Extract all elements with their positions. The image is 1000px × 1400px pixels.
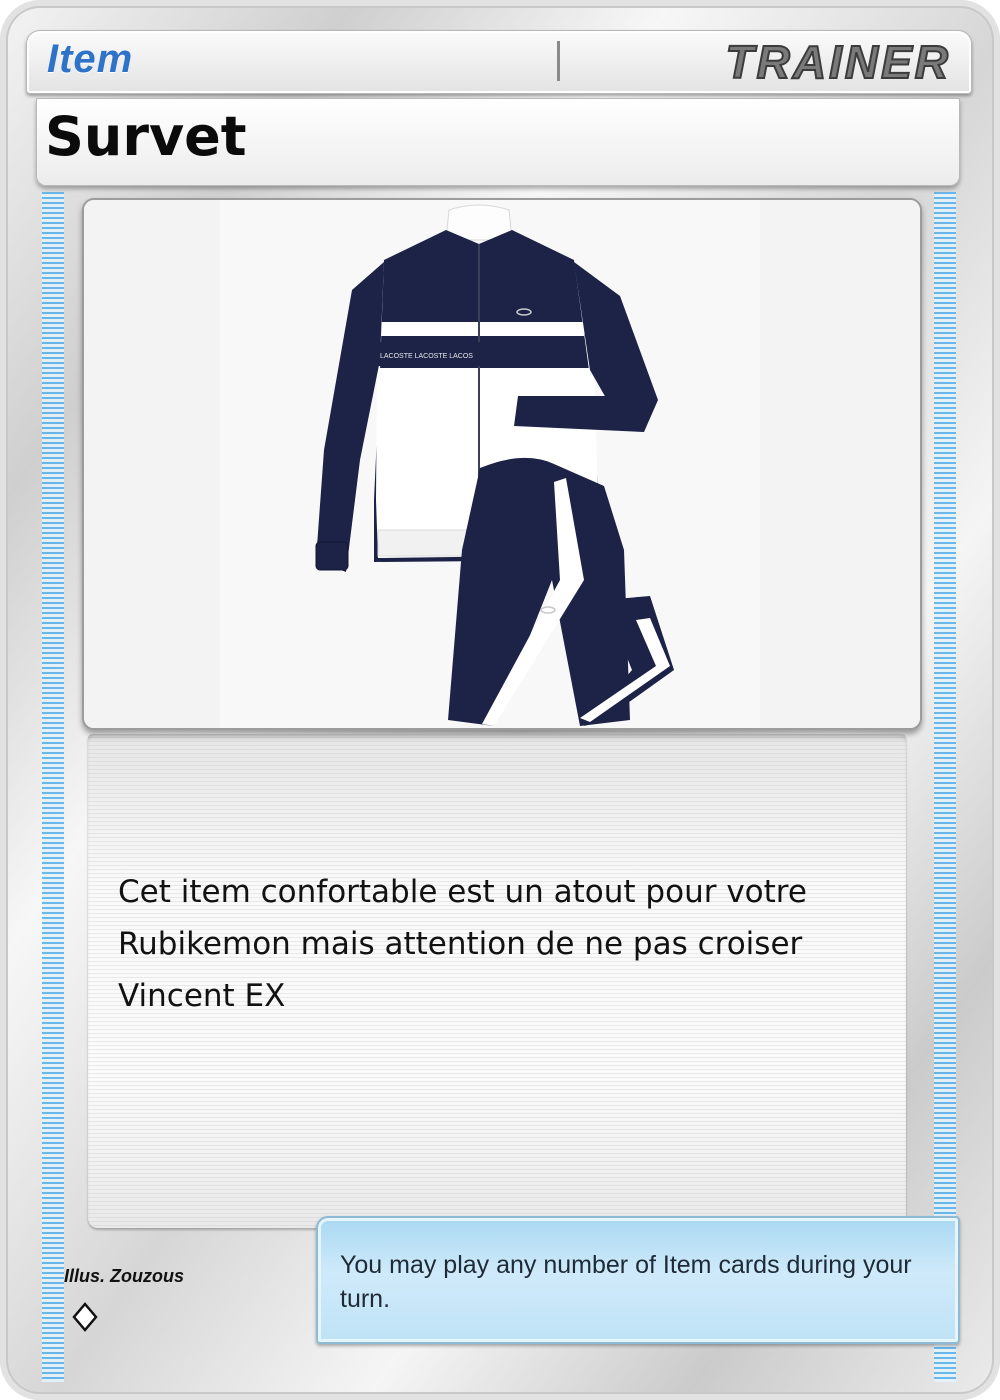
card-header: Item TRAINER (26, 30, 972, 94)
trainer-card: Item TRAINER Survet LACOSTE LACOSTE LACO… (0, 0, 1000, 1400)
card-supertype-label: TRAINER (725, 35, 951, 89)
name-bar: Survet (36, 98, 960, 186)
left-side-stripe (42, 192, 64, 1382)
brand-tape-text: LACOSTE LACOSTE LACOS (380, 353, 473, 360)
rule-box: You may play any number of Item cards du… (316, 1216, 960, 1344)
header-divider (557, 41, 560, 81)
artwork-frame: LACOSTE LACOSTE LACOS (82, 198, 922, 730)
card-name: Survet (45, 105, 247, 168)
right-side-stripe (934, 192, 956, 1382)
rule-text: You may play any number of Item cards du… (340, 1251, 912, 1313)
diamond-rarity-icon (72, 1302, 98, 1332)
card-effect-text: Cet item confortable est un atout pour v… (118, 874, 807, 1014)
illustrator-credit: Illus. Zouzous (64, 1266, 184, 1286)
card-category-label: Item (47, 37, 134, 81)
tracksuit-image: LACOSTE LACOSTE LACOS (84, 200, 920, 728)
